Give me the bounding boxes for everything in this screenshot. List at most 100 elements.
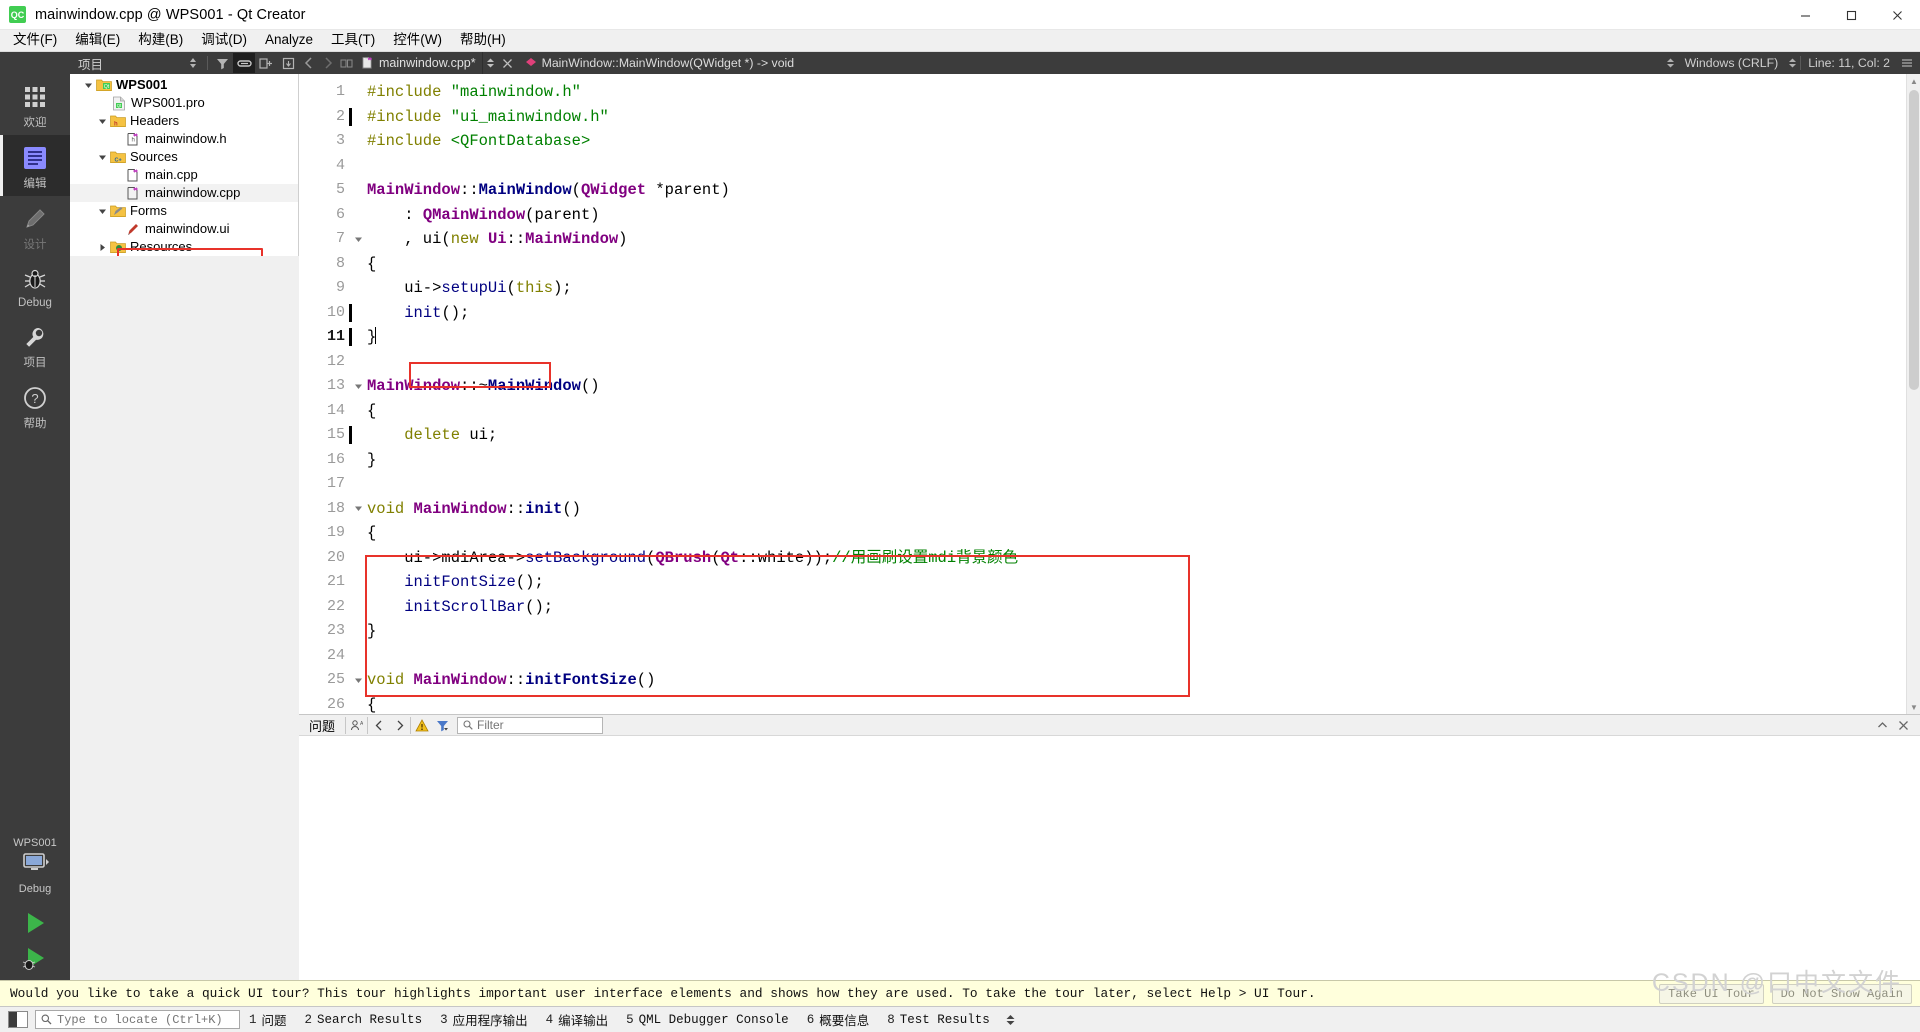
- code-text-area[interactable]: #include "mainwindow.h" #include "ui_main…: [365, 74, 1920, 714]
- code-line[interactable]: [365, 350, 1920, 375]
- code-line[interactable]: ui->setupUi(this);: [365, 276, 1920, 301]
- funnel-icon[interactable]: [432, 716, 453, 735]
- code-line[interactable]: }: [365, 448, 1920, 473]
- debug-run-button[interactable]: [0, 945, 70, 980]
- menu-analyze[interactable]: Analyze: [256, 30, 322, 51]
- tree-node-headers[interactable]: h Headers: [70, 112, 298, 130]
- close-pane-button[interactable]: [277, 53, 299, 73]
- code-line[interactable]: }: [365, 619, 1920, 644]
- sidebar-item-design[interactable]: 设计: [0, 196, 70, 257]
- chevron-down-icon[interactable]: [82, 76, 95, 94]
- cursor-position-indicator[interactable]: Line: 11, Col: 2: [1801, 56, 1897, 70]
- filter-text-field[interactable]: [477, 718, 588, 732]
- maximize-pane-button[interactable]: [1872, 716, 1893, 735]
- filter-funnel-icon-button[interactable]: [211, 53, 233, 73]
- next-issue-button[interactable]: [389, 716, 410, 735]
- go-forward-button[interactable]: [318, 53, 337, 73]
- chevron-down-icon[interactable]: [96, 112, 109, 130]
- symbol-selector[interactable]: MainWindow::MainWindow(QWidget *) -> voi…: [517, 56, 794, 70]
- tree-node-sources[interactable]: C+ Sources: [70, 148, 298, 166]
- code-line[interactable]: ui->mdiArea->setBackground(QBrush(Qt::wh…: [365, 546, 1920, 571]
- menu-window[interactable]: 控件(W): [384, 30, 451, 51]
- editor-options-button[interactable]: [1897, 53, 1916, 73]
- menu-build[interactable]: 构建(B): [129, 30, 192, 51]
- chevron-right-icon[interactable]: [96, 238, 109, 256]
- tree-node-wps001[interactable]: Qt WPS001: [70, 76, 298, 94]
- menu-debug[interactable]: 调试(D): [192, 30, 256, 51]
- issues-filter-input[interactable]: [457, 716, 604, 734]
- code-line[interactable]: {: [365, 399, 1920, 424]
- tree-node-main-cpp[interactable]: main.cpp: [70, 166, 298, 184]
- close-issues-pane-button[interactable]: [1893, 716, 1914, 735]
- code-line[interactable]: init();: [365, 301, 1920, 326]
- code-line[interactable]: [365, 472, 1920, 497]
- sort-toggle-button[interactable]: [182, 53, 204, 73]
- editor-tab-mainwindow-cpp[interactable]: mainwindow.cpp*: [356, 52, 483, 74]
- sidebar-item-edit[interactable]: 编辑: [0, 135, 70, 196]
- status-tab-application-output[interactable]: 3 应用程序输出: [431, 1010, 537, 1030]
- menu-help[interactable]: 帮助(H): [451, 30, 515, 51]
- code-line[interactable]: #include "ui_mainwindow.h": [365, 105, 1920, 130]
- scroll-down-arrow[interactable]: ▼: [1907, 700, 1920, 714]
- run-button[interactable]: [0, 903, 70, 945]
- menu-edit[interactable]: 编辑(E): [66, 30, 129, 51]
- code-line[interactable]: delete ui;: [365, 423, 1920, 448]
- status-tab-issues[interactable]: 1 问题: [240, 1010, 296, 1030]
- take-ui-tour-button[interactable]: Take UI Tour: [1659, 983, 1764, 1004]
- tab-dropdown-arrows[interactable]: [483, 58, 498, 68]
- menu-tools[interactable]: 工具(T): [322, 30, 384, 51]
- chevron-down-icon[interactable]: [96, 148, 109, 166]
- kit-selector[interactable]: WPS001 Debug: [0, 837, 70, 903]
- close-editor-button[interactable]: [498, 53, 517, 73]
- editor-vertical-scrollbar[interactable]: ▲ ▼: [1906, 74, 1920, 714]
- go-back-button[interactable]: [299, 53, 318, 73]
- sidebar-toggle-icon[interactable]: [8, 1011, 28, 1028]
- code-line[interactable]: }: [365, 325, 1920, 350]
- fold-toggle-icon[interactable]: [351, 227, 365, 252]
- do-not-show-again-button[interactable]: Do Not Show Again: [1771, 983, 1912, 1004]
- code-line[interactable]: #include "mainwindow.h": [365, 80, 1920, 105]
- code-line[interactable]: : QMainWindow(parent): [365, 203, 1920, 228]
- status-tab-general-messages[interactable]: 6 概要信息: [798, 1010, 879, 1030]
- locator-input[interactable]: [35, 1010, 240, 1029]
- tree-node-mainwindow-cpp[interactable]: mainwindow.cpp: [70, 184, 298, 202]
- fold-column[interactable]: [351, 74, 365, 714]
- tree-node-mainwindow-ui[interactable]: mainwindow.ui: [70, 220, 298, 238]
- fold-toggle-icon[interactable]: [351, 668, 365, 693]
- code-line[interactable]: void MainWindow::init(): [365, 497, 1920, 522]
- code-line[interactable]: , ui(new Ui::MainWindow): [365, 227, 1920, 252]
- split-editor-button[interactable]: [337, 53, 356, 73]
- code-line[interactable]: MainWindow::~MainWindow(): [365, 374, 1920, 399]
- maximize-button[interactable]: [1828, 0, 1874, 30]
- code-line[interactable]: {: [365, 521, 1920, 546]
- code-line[interactable]: {: [365, 252, 1920, 277]
- status-tab-search-results[interactable]: 2 Search Results: [296, 1013, 432, 1027]
- scrollbar-thumb[interactable]: [1909, 90, 1919, 390]
- fold-toggle-icon[interactable]: [351, 374, 365, 399]
- tree-node-resources[interactable]: Resources: [70, 238, 298, 256]
- chevron-down-icon[interactable]: [96, 202, 109, 220]
- code-line[interactable]: [365, 154, 1920, 179]
- code-line[interactable]: MainWindow::MainWindow(QWidget *parent): [365, 178, 1920, 203]
- project-tree[interactable]: Qt WPS001 Qt WPS001.pro h Headers h main…: [70, 74, 299, 256]
- code-line[interactable]: void MainWindow::initFontSize(): [365, 668, 1920, 693]
- code-line[interactable]: initFontSize();: [365, 570, 1920, 595]
- scroll-up-arrow[interactable]: ▲: [1907, 74, 1920, 88]
- sidebar-item-debug[interactable]: Debug: [0, 257, 70, 314]
- line-ending-arrows[interactable]: [1663, 58, 1678, 68]
- locator-text-field[interactable]: [57, 1012, 222, 1027]
- prev-issue-button[interactable]: [368, 716, 389, 735]
- tree-node-mainwindow-h[interactable]: h mainwindow.h: [70, 130, 298, 148]
- issues-list[interactable]: [299, 735, 1920, 980]
- fold-toggle-icon[interactable]: [351, 497, 365, 522]
- status-tab-qml-debugger-console[interactable]: 5 QML Debugger Console: [617, 1013, 798, 1027]
- link-with-editor-button[interactable]: [233, 53, 255, 73]
- minimize-button[interactable]: [1782, 0, 1828, 30]
- status-tab-test-results[interactable]: 8 Test Results: [878, 1013, 999, 1027]
- tree-node-wps001-pro[interactable]: Qt WPS001.pro: [70, 94, 298, 112]
- status-tabs-overflow-button[interactable]: [999, 1014, 1022, 1026]
- code-editor[interactable]: 1 2 3 4 5 6 7 8 9 10 11 12 13 14 15 16 17 18 19 20 21 22 23 24 2…: [299, 74, 1920, 714]
- code-line[interactable]: initScrollBar();: [365, 595, 1920, 620]
- split-pane-button[interactable]: [255, 53, 277, 73]
- person-filter-icon[interactable]: A: [346, 716, 367, 735]
